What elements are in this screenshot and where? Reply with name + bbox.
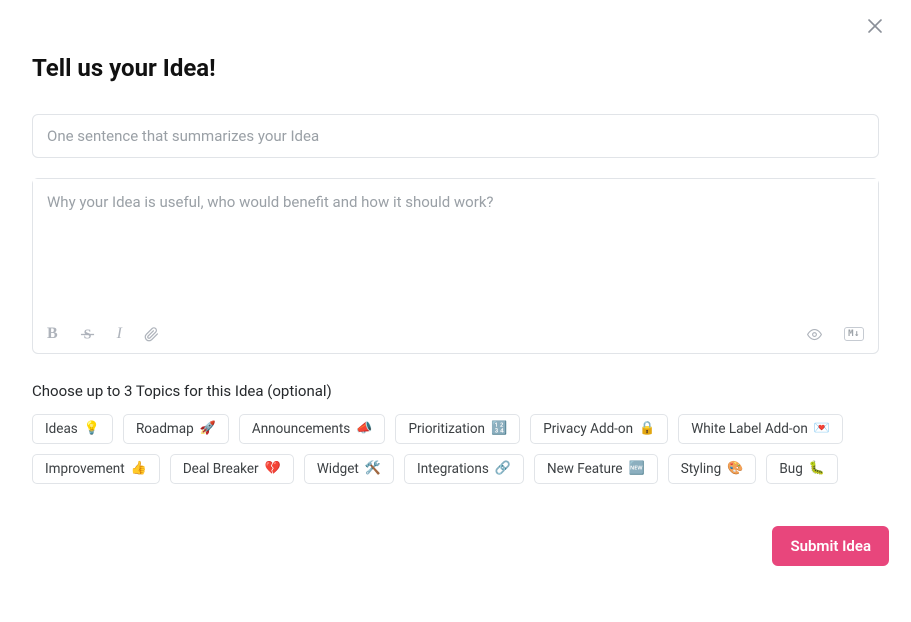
idea-description-editor: B S I M↓ bbox=[32, 178, 879, 354]
bold-button[interactable]: B bbox=[47, 325, 58, 343]
topic-emoji-icon: 🔢 bbox=[491, 421, 507, 437]
topic-emoji-icon: 💔 bbox=[265, 461, 281, 477]
topic-chip[interactable]: Ideas 💡 bbox=[32, 414, 113, 444]
topic-chip[interactable]: Announcements 📣 bbox=[239, 414, 386, 444]
topics-list: Ideas 💡 Roadmap 🚀 Announcements 📣 Prioritizati… bbox=[32, 414, 879, 484]
topic-label: Deal Breaker bbox=[183, 461, 259, 477]
topic-emoji-icon: 👍 bbox=[131, 461, 147, 477]
close-icon bbox=[867, 18, 883, 38]
topic-label: Bug bbox=[779, 461, 802, 477]
topic-emoji-icon: 🆕 bbox=[629, 461, 645, 477]
page-title: Tell us your Idea! bbox=[32, 54, 879, 82]
idea-summary-input[interactable] bbox=[32, 114, 879, 158]
topic-chip[interactable]: Deal Breaker 💔 bbox=[170, 454, 294, 484]
topic-label: White Label Add-on bbox=[691, 421, 808, 437]
idea-form: Tell us your Idea! B S I M↓ Choos bbox=[0, 0, 911, 516]
topic-emoji-icon: 🎨 bbox=[727, 461, 743, 477]
topic-chip[interactable]: Roadmap 🚀 bbox=[123, 414, 229, 444]
topic-emoji-icon: 🚀 bbox=[200, 421, 216, 437]
attachment-button[interactable] bbox=[144, 327, 159, 342]
topic-chip[interactable]: Styling 🎨 bbox=[668, 454, 757, 484]
topic-label: Roadmap bbox=[136, 421, 194, 437]
strikethrough-button[interactable]: S bbox=[80, 327, 95, 342]
topic-label: Integrations bbox=[417, 461, 489, 477]
topic-label: Widget bbox=[317, 461, 359, 477]
submit-area: Submit Idea bbox=[772, 526, 889, 566]
topic-label: Prioritization bbox=[408, 421, 485, 437]
topic-chip[interactable]: New Feature 🆕 bbox=[534, 454, 658, 484]
topic-chip[interactable]: Improvement 👍 bbox=[32, 454, 160, 484]
topic-label: Ideas bbox=[45, 421, 78, 437]
topic-label: New Feature bbox=[547, 461, 623, 477]
topic-emoji-icon: 🔒 bbox=[639, 421, 655, 437]
topic-chip[interactable]: Privacy Add-on 🔒 bbox=[530, 414, 668, 444]
topic-label: Improvement bbox=[45, 461, 125, 477]
topic-label: Styling bbox=[681, 461, 721, 477]
topic-label: Announcements bbox=[252, 421, 350, 437]
idea-description-textarea[interactable] bbox=[33, 179, 878, 319]
topic-chip[interactable]: Bug 🐛 bbox=[766, 454, 838, 484]
italic-button[interactable]: I bbox=[117, 325, 122, 343]
topic-chip[interactable]: Prioritization 🔢 bbox=[395, 414, 520, 444]
editor-toolbar: B S I M↓ bbox=[33, 319, 878, 353]
topic-chip[interactable]: Widget 🛠️ bbox=[304, 454, 394, 484]
topics-label: Choose up to 3 Topics for this Idea (opt… bbox=[32, 382, 879, 400]
preview-button[interactable] bbox=[807, 327, 822, 342]
topic-emoji-icon: 🔗 bbox=[495, 461, 511, 477]
topic-emoji-icon: 💌 bbox=[814, 421, 830, 437]
topic-emoji-icon: 💡 bbox=[84, 421, 100, 437]
toolbar-left: B S I bbox=[47, 325, 159, 343]
markdown-badge[interactable]: M↓ bbox=[844, 327, 864, 341]
topic-chip[interactable]: Integrations 🔗 bbox=[404, 454, 524, 484]
topic-chip[interactable]: White Label Add-on 💌 bbox=[678, 414, 843, 444]
topic-emoji-icon: 🐛 bbox=[809, 461, 825, 477]
close-button[interactable] bbox=[865, 18, 885, 38]
topic-emoji-icon: 🛠️ bbox=[365, 461, 381, 477]
topic-label: Privacy Add-on bbox=[543, 421, 633, 437]
submit-idea-button[interactable]: Submit Idea bbox=[772, 526, 889, 566]
topic-emoji-icon: 📣 bbox=[356, 421, 372, 437]
toolbar-right: M↓ bbox=[807, 327, 864, 342]
